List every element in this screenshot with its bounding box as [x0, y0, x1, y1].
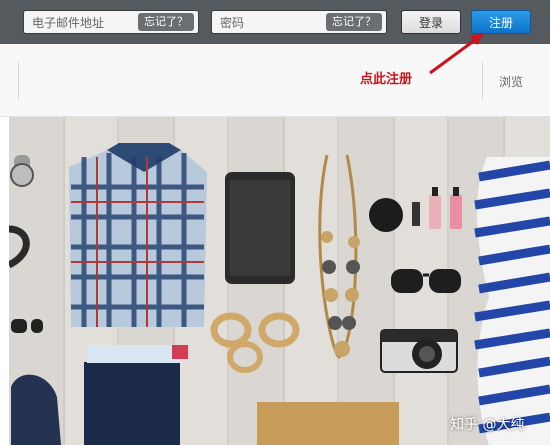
fashion-items-illustration	[9, 143, 550, 445]
watermark: 知乎 @大纯	[450, 417, 525, 433]
striped-dress-icon	[474, 157, 550, 445]
compact-icon	[369, 198, 403, 232]
shoe-icon	[11, 374, 61, 445]
bracelets-icon	[210, 312, 300, 373]
watch-icon	[10, 155, 34, 187]
belt-icon	[9, 225, 30, 269]
jeans-icon	[84, 345, 188, 445]
tablet-icon	[225, 172, 295, 284]
nail-polish-icon	[412, 187, 462, 229]
camera-icon	[380, 329, 458, 373]
plaid-shirt-icon	[69, 143, 207, 327]
necklace-icon	[318, 154, 360, 359]
hero-image	[9, 117, 550, 445]
red-arrow-icon	[429, 33, 484, 75]
clutch-bag-icon	[257, 402, 399, 445]
